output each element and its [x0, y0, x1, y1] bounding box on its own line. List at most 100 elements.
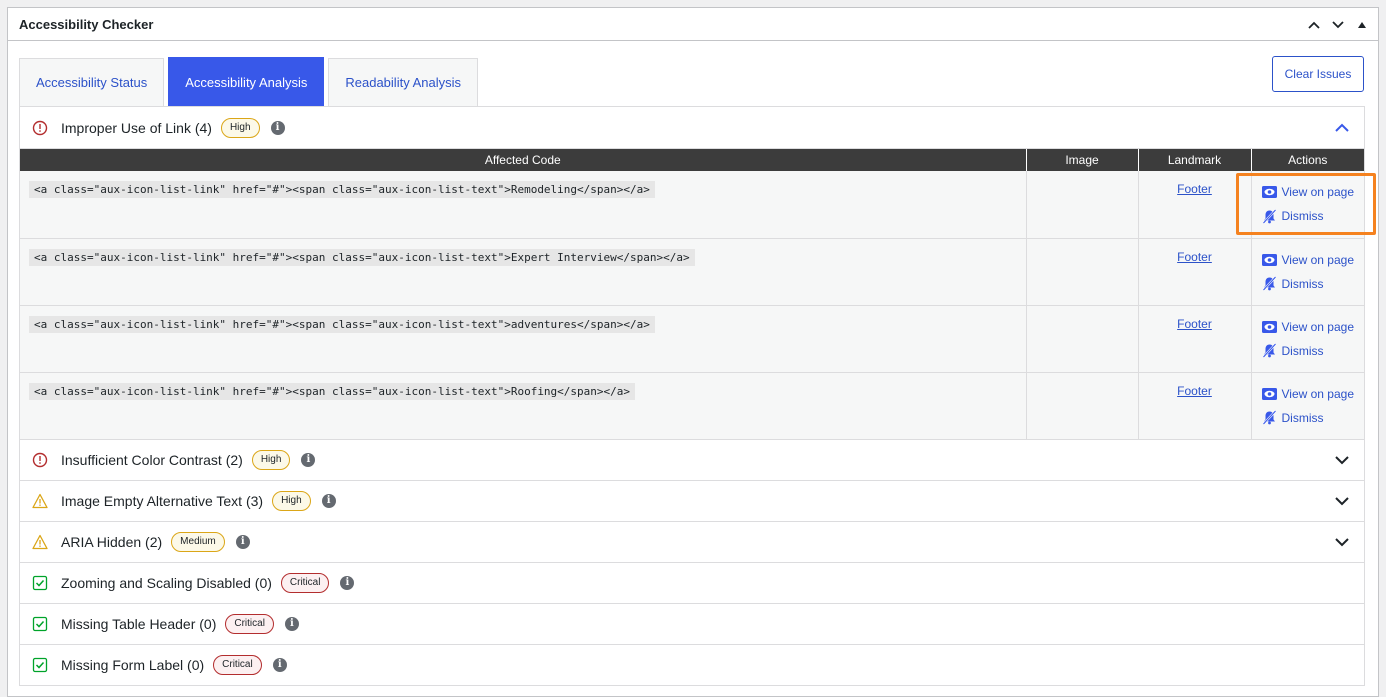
landmark-link[interactable]: Footer	[1177, 250, 1212, 264]
dismiss-link[interactable]: Dismiss	[1262, 276, 1365, 292]
panel-header: Accessibility Checker	[8, 8, 1378, 41]
issue-row-zooming-scaling[interactable]: Zooming and Scaling Disabled (0) Critica…	[20, 563, 1364, 604]
info-icon[interactable]: i	[272, 657, 287, 672]
severity-badge: Critical	[213, 654, 262, 675]
chevron-down-icon[interactable]	[1334, 493, 1350, 509]
issue-title: Missing Form Label (0)	[61, 656, 205, 673]
issue-row-aria-hidden[interactable]: ARIA Hidden (2) Medium i	[20, 522, 1364, 563]
check-icon	[32, 616, 48, 632]
chevron-up-icon[interactable]	[1334, 120, 1350, 136]
table-row: <a class="aux-icon-list-link" href="#"><…	[20, 372, 1365, 440]
move-up-icon[interactable]	[1304, 15, 1324, 35]
table-row: <a class="aux-icon-list-link" href="#"><…	[20, 305, 1365, 373]
bell-off-icon	[1262, 208, 1276, 224]
col-actions: Actions	[1250, 149, 1364, 171]
view-on-page-link[interactable]: View on page	[1261, 386, 1365, 402]
code-snippet: <a class="aux-icon-list-link" href="#"><…	[29, 248, 695, 266]
check-icon	[32, 657, 48, 673]
table-row: <a class="aux-icon-list-link" href="#"><…	[20, 238, 1365, 306]
eye-icon	[1261, 186, 1277, 198]
error-icon	[32, 120, 48, 136]
image-cell	[1025, 372, 1138, 440]
info-icon[interactable]: i	[301, 452, 316, 467]
col-affected-code: Affected Code	[20, 149, 1026, 171]
panel-controls	[1304, 8, 1372, 41]
code-snippet: <a class="aux-icon-list-link" href="#"><…	[29, 315, 655, 333]
view-on-page-label: View on page	[1281, 386, 1355, 401]
landmark-link[interactable]: Footer	[1177, 384, 1212, 398]
view-on-page-link[interactable]: View on page	[1261, 319, 1365, 335]
issue-row-color-contrast[interactable]: Insufficient Color Contrast (2) High i	[20, 440, 1364, 481]
chevron-down-icon[interactable]	[1334, 452, 1350, 468]
bell-off-icon	[1262, 276, 1276, 291]
tab-accessibility-status[interactable]: Accessibility Status	[19, 58, 165, 106]
info-icon[interactable]: i	[235, 534, 250, 549]
accessibility-checker-panel: Accessibility Checker Accessibility Stat…	[7, 7, 1379, 697]
info-icon[interactable]: i	[321, 493, 336, 508]
landmark-link[interactable]: Footer	[1177, 317, 1212, 331]
col-landmark: Landmark	[1137, 149, 1251, 171]
eye-icon	[1261, 387, 1277, 400]
image-cell	[1025, 305, 1138, 373]
tab-accessibility-analysis[interactable]: Accessibility Analysis	[168, 57, 325, 106]
actions-cell: View on page Dismiss	[1250, 305, 1365, 373]
tab-readability-analysis[interactable]: Readability Analysis	[328, 58, 478, 106]
warning-icon	[32, 534, 48, 550]
issues-list: Improper Use of Link (4) High i Affected…	[19, 106, 1365, 686]
severity-badge: Medium	[171, 531, 225, 552]
dismiss-link[interactable]: Dismiss	[1262, 343, 1365, 359]
issue-title: Improper Use of Link (4)	[61, 119, 212, 136]
col-image: Image	[1025, 149, 1138, 171]
dismiss-label: Dismiss	[1281, 276, 1324, 291]
code-cell: <a class="aux-icon-list-link" href="#"><…	[20, 305, 1026, 373]
issue-row-improper-link[interactable]: Improper Use of Link (4) High i	[20, 107, 1364, 149]
warning-icon	[32, 493, 48, 509]
eye-icon	[1261, 253, 1277, 266]
dismiss-label: Dismiss	[1281, 410, 1324, 425]
landmark-link[interactable]: Footer	[1177, 182, 1212, 196]
view-on-page-link[interactable]: View on page	[1261, 252, 1365, 268]
issue-title: ARIA Hidden (2)	[61, 533, 163, 550]
landmark-cell: Footer	[1137, 171, 1251, 239]
code-cell: <a class="aux-icon-list-link" href="#"><…	[20, 171, 1026, 239]
actions-cell: View on page Dismiss	[1250, 372, 1365, 440]
landmark-cell: Footer	[1137, 305, 1251, 373]
severity-badge: Critical	[225, 613, 274, 634]
tab-bar: Accessibility Status Accessibility Analy…	[19, 56, 482, 106]
severity-badge: High	[272, 490, 311, 511]
landmark-cell: Footer	[1137, 238, 1251, 306]
issue-title: Image Empty Alternative Text (3)	[61, 492, 264, 509]
move-down-icon[interactable]	[1328, 15, 1348, 35]
eye-icon	[1261, 320, 1277, 333]
info-icon[interactable]: i	[270, 120, 285, 135]
actions-cell: View on page Dismiss	[1250, 238, 1365, 306]
view-on-page-label: View on page	[1281, 185, 1355, 199]
dismiss-label: Dismiss	[1281, 209, 1324, 223]
issue-title: Zooming and Scaling Disabled (0)	[61, 574, 272, 591]
dismiss-label: Dismiss	[1281, 343, 1324, 358]
panel-title: Accessibility Checker	[19, 16, 154, 32]
dismiss-link[interactable]: Dismiss	[1262, 208, 1365, 224]
code-cell: <a class="aux-icon-list-link" href="#"><…	[20, 238, 1026, 306]
image-cell	[1025, 238, 1138, 306]
affected-code-table: Affected Code Image Landmark Actions <a …	[20, 149, 1364, 440]
dismiss-link[interactable]: Dismiss	[1262, 410, 1365, 426]
issue-row-form-label[interactable]: Missing Form Label (0) Critical i	[20, 645, 1364, 686]
issue-row-image-alt-text[interactable]: Image Empty Alternative Text (3) High i	[20, 481, 1364, 522]
view-on-page-link[interactable]: View on page	[1261, 184, 1365, 200]
issue-row-table-header[interactable]: Missing Table Header (0) Critical i	[20, 604, 1364, 645]
info-icon[interactable]: i	[284, 616, 299, 631]
chevron-down-icon[interactable]	[1334, 534, 1350, 550]
bell-off-icon	[1262, 410, 1276, 425]
clear-issues-button[interactable]: Clear Issues	[1272, 56, 1364, 92]
severity-badge: High	[251, 449, 291, 470]
info-icon[interactable]: i	[340, 575, 355, 590]
collapse-panel-icon[interactable]	[1352, 15, 1372, 35]
severity-badge: High	[220, 117, 260, 138]
severity-badge: Critical	[280, 572, 330, 593]
code-cell: <a class="aux-icon-list-link" href="#"><…	[20, 372, 1026, 440]
issue-title: Missing Table Header (0)	[61, 615, 217, 632]
actions-cell: View on page Dismiss	[1250, 171, 1365, 239]
code-snippet: <a class="aux-icon-list-link" href="#"><…	[29, 382, 636, 400]
error-icon	[32, 452, 48, 468]
